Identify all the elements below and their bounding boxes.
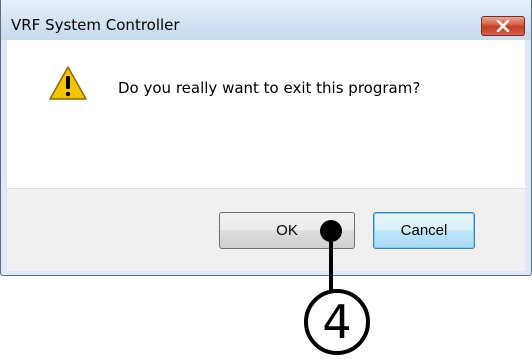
callout-pointer (304, 220, 370, 355)
step-number: 4 (322, 295, 352, 349)
